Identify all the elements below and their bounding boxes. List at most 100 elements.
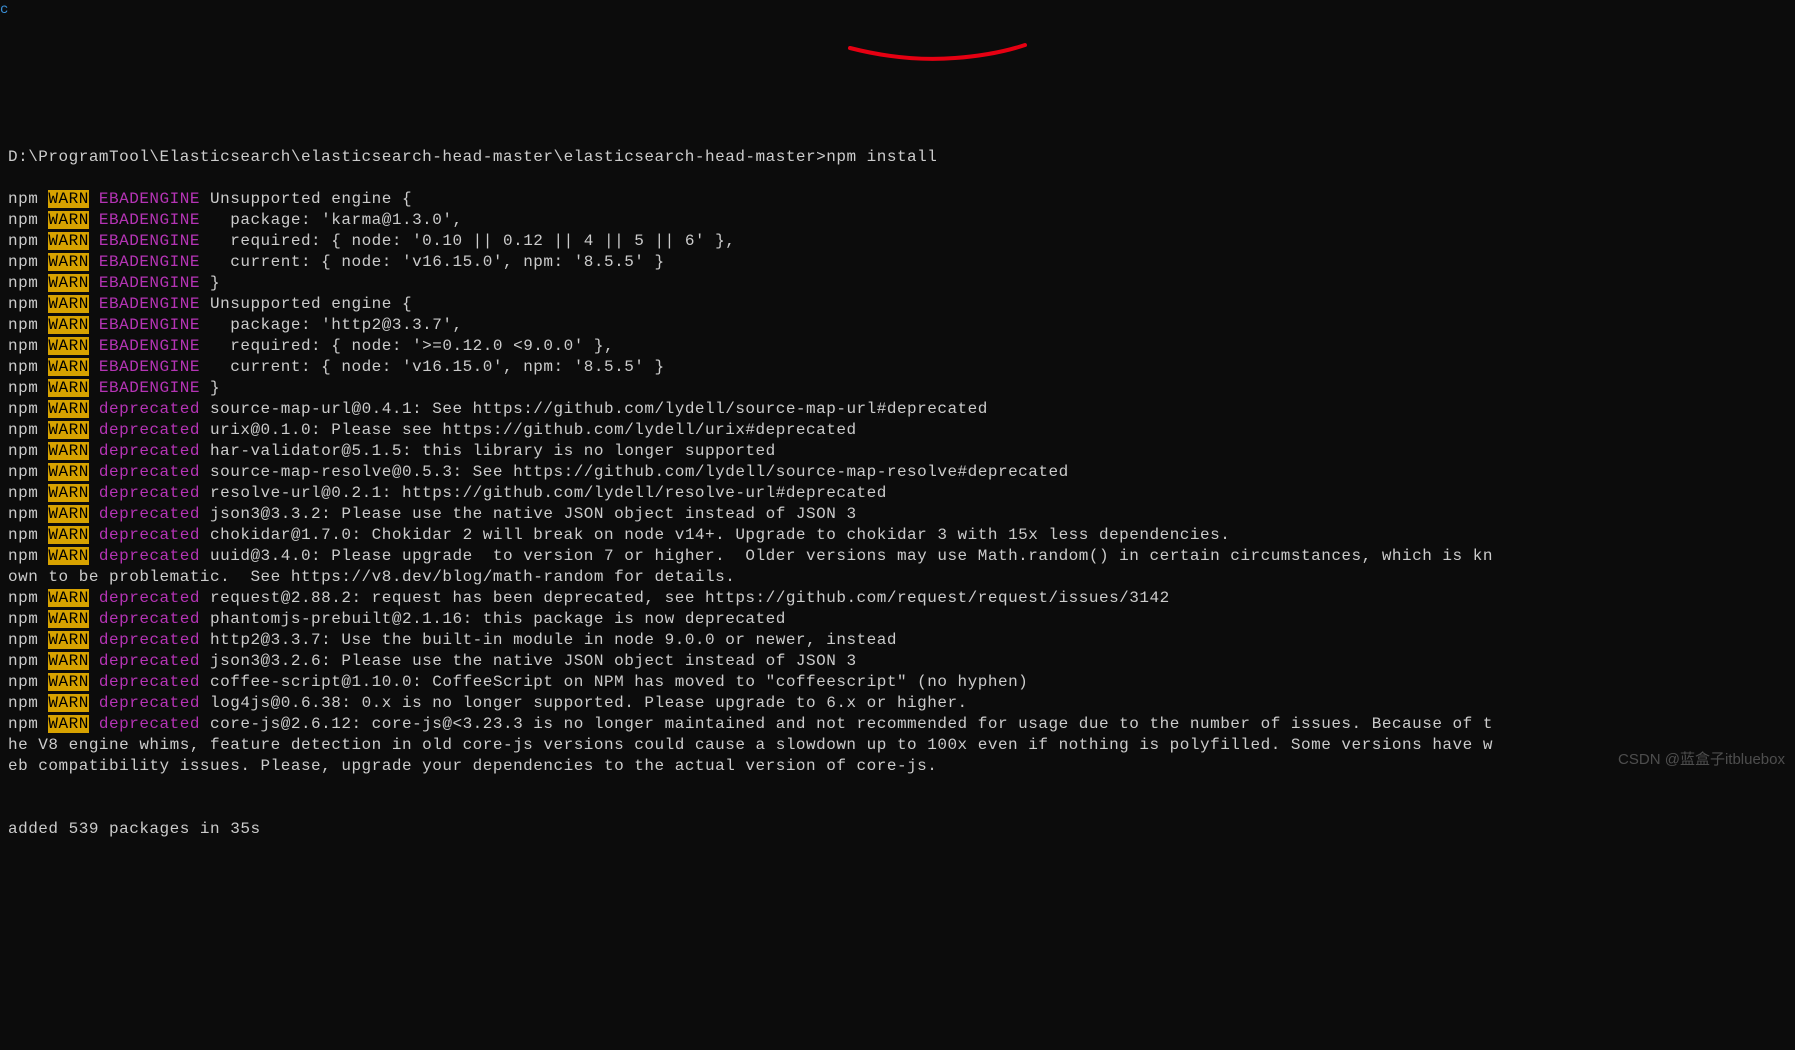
warn-message: he V8 engine whims, feature detection in…: [8, 736, 1493, 754]
warn-code: deprecated: [99, 715, 200, 733]
warn-tag: WARN: [48, 484, 88, 502]
log-line: npm WARN deprecated phantomjs-prebuilt@2…: [8, 609, 1795, 630]
warn-code: deprecated: [99, 589, 200, 607]
log-line: npm WARN deprecated uuid@3.4.0: Please u…: [8, 546, 1795, 567]
npm-prefix: npm: [8, 358, 48, 376]
warn-code: EBADENGINE: [99, 274, 200, 292]
warn-message: current: { node: 'v16.15.0', npm: '8.5.5…: [200, 358, 665, 376]
log-line: npm WARN deprecated json3@3.2.6: Please …: [8, 651, 1795, 672]
warn-tag: WARN: [48, 295, 88, 313]
warn-tag: WARN: [48, 190, 88, 208]
warn-code: EBADENGINE: [99, 316, 200, 334]
log-line: npm WARN deprecated chokidar@1.7.0: Chok…: [8, 525, 1795, 546]
warn-tag: WARN: [48, 463, 88, 481]
footer-summary: added 539 packages in 35s: [8, 819, 1795, 840]
log-line: npm WARN EBADENGINE current: { node: 'v1…: [8, 357, 1795, 378]
warn-code: deprecated: [99, 421, 200, 439]
warn-tag: WARN: [48, 421, 88, 439]
warn-tag: WARN: [48, 274, 88, 292]
warn-code: EBADENGINE: [99, 190, 200, 208]
npm-prefix: npm: [8, 316, 48, 334]
warn-code: EBADENGINE: [99, 379, 200, 397]
warn-message: http2@3.3.7: Use the built-in module in …: [200, 631, 897, 649]
log-line: npm WARN deprecated http2@3.3.7: Use the…: [8, 630, 1795, 651]
warn-message: required: { node: '0.10 || 0.12 || 4 || …: [200, 232, 735, 250]
warn-code: deprecated: [99, 547, 200, 565]
warn-code: deprecated: [99, 463, 200, 481]
npm-prefix: npm: [8, 400, 48, 418]
warn-message: }: [200, 274, 220, 292]
warn-message: eb compatibility issues. Please, upgrade…: [8, 757, 937, 775]
log-line: npm WARN EBADENGINE required: { node: '0…: [8, 231, 1795, 252]
terminal-output[interactable]: D:\ProgramTool\Elasticsearch\elasticsear…: [0, 126, 1795, 861]
npm-prefix: npm: [8, 673, 48, 691]
log-line: npm WARN EBADENGINE Unsupported engine {: [8, 294, 1795, 315]
log-line: npm WARN EBADENGINE Unsupported engine {: [8, 189, 1795, 210]
log-line: he V8 engine whims, feature detection in…: [8, 735, 1795, 756]
warn-message: required: { node: '>=0.12.0 <9.0.0' },: [200, 337, 614, 355]
warn-code: deprecated: [99, 484, 200, 502]
npm-prefix: npm: [8, 715, 48, 733]
warn-tag: WARN: [48, 442, 88, 460]
npm-prefix: npm: [8, 295, 48, 313]
log-line: own to be problematic. See https://v8.de…: [8, 567, 1795, 588]
warn-message: resolve-url@0.2.1: https://github.com/ly…: [200, 484, 887, 502]
warn-tag: WARN: [48, 505, 88, 523]
warn-message: json3@3.2.6: Please use the native JSON …: [200, 652, 857, 670]
npm-prefix: npm: [8, 190, 48, 208]
warn-message: log4js@0.6.38: 0.x is no longer supporte…: [200, 694, 968, 712]
warn-message: urix@0.1.0: Please see https://github.co…: [200, 421, 857, 439]
warn-code: deprecated: [99, 526, 200, 544]
warn-code: deprecated: [99, 400, 200, 418]
warn-tag: WARN: [48, 400, 88, 418]
log-line: npm WARN deprecated log4js@0.6.38: 0.x i…: [8, 693, 1795, 714]
npm-prefix: npm: [8, 463, 48, 481]
warn-code: deprecated: [99, 694, 200, 712]
warn-message: }: [200, 379, 220, 397]
warn-code: deprecated: [99, 673, 200, 691]
warn-tag: WARN: [48, 715, 88, 733]
warn-message: core-js@2.6.12: core-js@<3.23.3 is no lo…: [200, 715, 1493, 733]
warn-message: Unsupported engine {: [200, 295, 412, 313]
warn-message: source-map-url@0.4.1: See https://github…: [200, 400, 988, 418]
log-line: npm WARN deprecated json3@3.3.2: Please …: [8, 504, 1795, 525]
warn-code: EBADENGINE: [99, 232, 200, 250]
warn-code: EBADENGINE: [99, 358, 200, 376]
npm-prefix: npm: [8, 652, 48, 670]
warn-code: deprecated: [99, 610, 200, 628]
warn-message: phantomjs-prebuilt@2.1.16: this package …: [200, 610, 786, 628]
warn-code: EBADENGINE: [99, 295, 200, 313]
warn-tag: WARN: [48, 589, 88, 607]
warn-message: json3@3.3.2: Please use the native JSON …: [200, 505, 857, 523]
warn-tag: WARN: [48, 232, 88, 250]
warn-message: package: 'http2@3.3.7',: [200, 316, 463, 334]
log-line: eb compatibility issues. Please, upgrade…: [8, 756, 1795, 777]
warn-tag: WARN: [48, 694, 88, 712]
log-line: npm WARN deprecated urix@0.1.0: Please s…: [8, 420, 1795, 441]
npm-prefix: npm: [8, 253, 48, 271]
npm-prefix: npm: [8, 337, 48, 355]
log-lines: npm WARN EBADENGINE Unsupported engine {…: [8, 189, 1795, 777]
npm-prefix: npm: [8, 484, 48, 502]
warn-tag: WARN: [48, 610, 88, 628]
warn-code: deprecated: [99, 631, 200, 649]
left-marker-icon: c: [0, 0, 8, 21]
warn-message: Unsupported engine {: [200, 190, 412, 208]
log-line: npm WARN deprecated resolve-url@0.2.1: h…: [8, 483, 1795, 504]
npm-prefix: npm: [8, 379, 48, 397]
warn-tag: WARN: [48, 316, 88, 334]
warn-message: coffee-script@1.10.0: CoffeeScript on NP…: [200, 673, 1028, 691]
log-line: npm WARN deprecated coffee-script@1.10.0…: [8, 672, 1795, 693]
warn-code: EBADENGINE: [99, 253, 200, 271]
log-line: npm WARN deprecated har-validator@5.1.5:…: [8, 441, 1795, 462]
warn-tag: WARN: [48, 652, 88, 670]
warn-tag: WARN: [48, 379, 88, 397]
warn-code: deprecated: [99, 505, 200, 523]
warn-message: package: 'karma@1.3.0',: [200, 211, 463, 229]
warn-tag: WARN: [48, 253, 88, 271]
npm-prefix: npm: [8, 232, 48, 250]
log-line: npm WARN EBADENGINE }: [8, 378, 1795, 399]
warn-tag: WARN: [48, 211, 88, 229]
warn-message: own to be problematic. See https://v8.de…: [8, 568, 735, 586]
npm-prefix: npm: [8, 274, 48, 292]
